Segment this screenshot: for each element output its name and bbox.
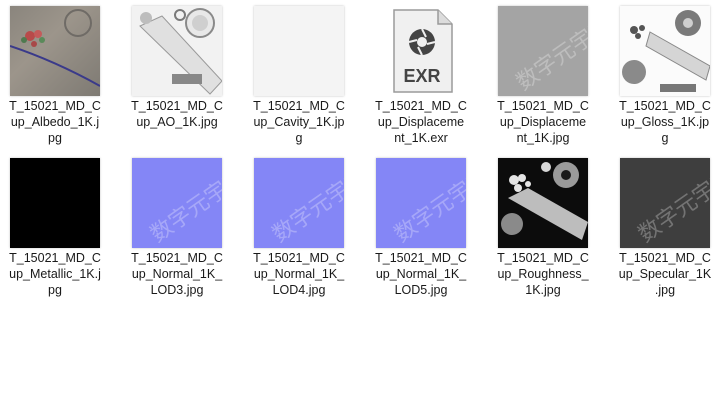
file-name: T_15021_MD_C up_Normal_1K_ LOD4.jpg: [253, 251, 345, 297]
file-item-metallic[interactable]: T_15021_MD_C up_Metallic_1K.j pg: [0, 152, 110, 302]
file-item-normal-lod4[interactable]: 数字元宇宙 T_15021_MD_C up_Normal_1K_ LOD4.jp…: [244, 152, 354, 302]
file-name: T_15021_MD_C up_Roughness_ 1K.jpg: [497, 251, 589, 297]
file-name: T_15021_MD_C up_Normal_1K_ LOD3.jpg: [131, 251, 223, 297]
file-item-ao[interactable]: T_15021_MD_C up_AO_1K.jpg: [122, 0, 232, 150]
image-thumbnail-ao: [132, 6, 222, 96]
image-thumbnail-cavity: [254, 6, 344, 96]
file-item-displacement-jpg[interactable]: 数字元宇宙 T_15021_MD_C up_Displaceme nt_1K.j…: [488, 0, 598, 150]
file-name: T_15021_MD_C up_Normal_1K_ LOD5.jpg: [375, 251, 467, 297]
image-thumbnail-displacement: 数字元宇宙: [498, 6, 588, 96]
image-thumbnail-roughness: [498, 158, 588, 248]
file-name: T_15021_MD_C up_Cavity_1K.jp g: [253, 99, 345, 145]
file-item-albedo[interactable]: T_15021_MD_C up_Albedo_1K.j pg: [0, 0, 110, 150]
exr-file-icon: EXR: [376, 6, 466, 96]
image-thumbnail-gloss: [620, 6, 710, 96]
file-grid: T_15021_MD_C up_Albedo_1K.j pg T_15021_M…: [0, 0, 720, 405]
file-name: T_15021_MD_C up_Specular_1K .jpg: [618, 251, 712, 297]
file-name: T_15021_MD_C up_AO_1K.jpg: [131, 99, 223, 129]
file-item-normal-lod5[interactable]: 数字元宇宙 T_15021_MD_C up_Normal_1K_ LOD5.jp…: [366, 152, 476, 302]
file-item-specular[interactable]: 数字元宇宙 T_15021_MD_C up_Specular_1K .jpg: [610, 152, 720, 302]
image-thumbnail-metallic: [10, 158, 100, 248]
image-thumbnail-specular: 数字元宇宙: [620, 158, 710, 248]
file-name: T_15021_MD_C up_Displaceme nt_1K.jpg: [497, 99, 589, 145]
file-item-gloss[interactable]: T_15021_MD_C up_Gloss_1K.jp g: [610, 0, 720, 150]
image-thumbnail-normal: 数字元宇宙: [254, 158, 344, 248]
image-thumbnail-albedo: [10, 6, 100, 96]
image-thumbnail-normal: 数字元宇宙: [376, 158, 466, 248]
file-name: T_15021_MD_C up_Gloss_1K.jp g: [619, 99, 711, 145]
image-thumbnail-normal: 数字元宇宙: [132, 158, 222, 248]
file-item-roughness[interactable]: T_15021_MD_C up_Roughness_ 1K.jpg: [488, 152, 598, 302]
file-item-normal-lod3[interactable]: 数字元宇宙 T_15021_MD_C up_Normal_1K_ LOD3.jp…: [122, 152, 232, 302]
file-name: T_15021_MD_C up_Metallic_1K.j pg: [9, 251, 101, 297]
file-name: T_15021_MD_C up_Displaceme nt_1K.exr: [375, 99, 467, 145]
file-item-displacement-exr[interactable]: EXR T_15021_MD_C up_Displaceme nt_1K.exr: [366, 0, 476, 150]
svg-text:EXR: EXR: [403, 66, 440, 86]
file-item-cavity[interactable]: T_15021_MD_C up_Cavity_1K.jp g: [244, 0, 354, 150]
file-name: T_15021_MD_C up_Albedo_1K.j pg: [9, 99, 101, 145]
